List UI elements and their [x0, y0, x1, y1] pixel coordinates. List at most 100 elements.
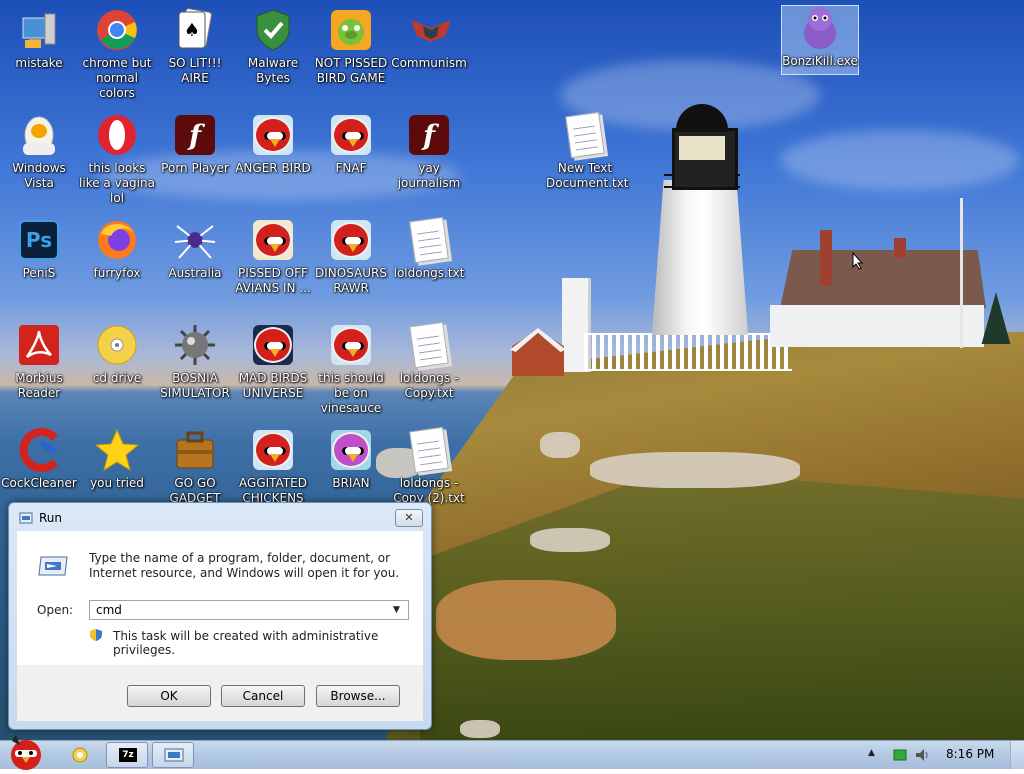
- desktop-icon-photoshop[interactable]: Ps PeniS: [0, 218, 78, 281]
- taskbar-clock[interactable]: 8:16 PM: [946, 747, 994, 761]
- mouse-cursor-icon: [852, 252, 864, 270]
- desktop-icon-label: PISSED OFF AVIANS IN ...: [235, 266, 311, 295]
- desktop-icon-mistake[interactable]: mistake: [0, 8, 78, 71]
- desktop-icon-loldongs[interactable]: loldongs.txt: [390, 216, 468, 281]
- desktop-icon-vinesauce[interactable]: this should be on vinesauce: [312, 323, 390, 416]
- solitaire-icon: ♠: [173, 8, 217, 52]
- desktop-icon-morbius-reader[interactable]: Morbius Reader: [0, 323, 78, 401]
- run-dialog: Run ✕ Type the name of a program, folder…: [8, 502, 432, 730]
- desktop-icon-malwarebytes[interactable]: Malware Bytes: [234, 8, 312, 86]
- text-document-icon: [407, 216, 451, 264]
- angry-bird-icon: [329, 218, 373, 262]
- angry-bird-hat-icon: [329, 428, 373, 472]
- desktop-icon-australia[interactable]: Australia: [156, 218, 234, 281]
- briefcase-icon: [173, 428, 217, 472]
- desktop-icon-label: SO LIT!!! AIRE: [168, 56, 222, 85]
- desktop-icon-label: Malware Bytes: [247, 56, 299, 85]
- show-hidden-icons-button[interactable]: ▲: [868, 748, 875, 758]
- open-combobox-input[interactable]: [89, 600, 409, 620]
- desktop-icon-cockcleaner[interactable]: CockCleaner: [0, 428, 78, 491]
- svg-text:♠: ♠: [184, 20, 200, 41]
- text-document-icon: [563, 111, 607, 159]
- taskbar-run-button[interactable]: [152, 742, 194, 768]
- egg-icon: [17, 113, 61, 157]
- flash-icon: f: [173, 113, 217, 157]
- desktop-icon-label: this should be on vinesauce: [318, 371, 384, 415]
- uac-shield-icon: [90, 629, 102, 641]
- taskbar-explorer-button[interactable]: [60, 742, 100, 768]
- desktop-icon-porn-player[interactable]: f Porn Player: [156, 113, 234, 176]
- firefox-icon: [95, 218, 139, 262]
- desktop-icon-communism[interactable]: Communism: [390, 8, 468, 71]
- desktop-icon-bosnia-simulator[interactable]: BOSNIA SIMULATOR: [156, 323, 234, 401]
- desktop-icon-mad-birds-universe[interactable]: MAD BIRDS UNIVERSE: [234, 323, 312, 401]
- desktop-icon-label: DINOSAURS RAWR: [315, 266, 387, 295]
- adobe-reader-icon: [17, 323, 61, 367]
- cancel-button[interactable]: Cancel: [221, 685, 305, 707]
- 7zip-icon: 7z: [119, 748, 137, 762]
- desktop-icon-loldongs-copy-2[interactable]: loldongs - Copy (2).txt: [390, 426, 468, 506]
- angry-bird-icon: [329, 323, 373, 367]
- desktop-icon-bad-piggies[interactable]: NOT PISSED BIRD GAME: [312, 8, 390, 86]
- flash-icon: f: [407, 113, 451, 157]
- desktop-icon-cd-drive[interactable]: cd drive: [78, 323, 156, 386]
- start-button[interactable]: [2, 731, 48, 771]
- chevron-down-icon[interactable]: ▼: [393, 603, 403, 617]
- admin-privileges-note: This task will be created with administr…: [113, 629, 379, 657]
- close-icon: ✕: [404, 511, 414, 524]
- desktop-icon-label: yay journalism: [397, 161, 461, 190]
- opera-icon: [95, 113, 139, 157]
- desktop-icon-label: loldongs - Copy.txt: [399, 371, 459, 400]
- desktop-icon-label: you tried: [90, 476, 144, 490]
- desktop-icon-yay-journalism[interactable]: f yay journalism: [390, 113, 468, 191]
- desktop-icon-brian[interactable]: BRIAN: [312, 428, 390, 491]
- desktop-icon-label: New Text Document.txt: [546, 161, 629, 190]
- desktop-icon-windows-vista[interactable]: Windows Vista: [0, 113, 78, 191]
- star-icon: [95, 428, 139, 472]
- desktop-icon-pissed-off-avians[interactable]: PISSED OFF AVIANS IN ...: [234, 218, 312, 296]
- desktop-icon-loldongs-copy[interactable]: loldongs - Copy.txt: [390, 321, 468, 401]
- angry-bird-seasons-icon: [251, 218, 295, 262]
- desktop-icon-new-text-document[interactable]: New Text Document.txt: [546, 111, 629, 191]
- ok-button[interactable]: OK: [127, 685, 211, 707]
- show-desktop-button[interactable]: [1010, 741, 1024, 769]
- desktop-icon-bonzikill[interactable]: BonziKill.exe: [781, 5, 859, 75]
- dialog-body: Type the name of a program, folder, docu…: [17, 531, 423, 665]
- taskbar-7zip-button[interactable]: 7z: [106, 742, 148, 768]
- desktop-icon-label: BRIAN: [332, 476, 370, 490]
- desktop-icon-solitaire[interactable]: ♠ SO LIT!!! AIRE: [156, 8, 234, 86]
- network-icon[interactable]: [892, 747, 908, 763]
- mine-icon: [173, 323, 217, 367]
- desktop-icon-label: loldongs.txt: [393, 266, 465, 280]
- desktop-icon-label: MAD BIRDS UNIVERSE: [238, 371, 308, 400]
- desktop-icon-label: furryfox: [93, 266, 141, 280]
- photoshop-icon: Ps: [17, 218, 61, 262]
- desktop-icon-label: Morbius Reader: [15, 371, 63, 400]
- desktop-icon-firefox[interactable]: furryfox: [78, 218, 156, 281]
- desktop-icon-label: chrome but normal colors: [82, 56, 152, 100]
- dialog-description: Type the name of a program, folder, docu…: [89, 551, 400, 580]
- angry-bird-icon: [329, 113, 373, 157]
- desktop-icon-dinosaurs-rawr[interactable]: DINOSAURS RAWR: [312, 218, 390, 296]
- browse-button[interactable]: Browse...: [316, 685, 400, 707]
- desktop-icon-label: this looks like a vagina lol: [79, 161, 155, 205]
- open-label: Open:: [37, 603, 74, 617]
- computer-icon: [17, 8, 61, 52]
- dialog-title: Run: [39, 511, 63, 525]
- desktop-icon-anger-bird[interactable]: ANGER BIRD: [234, 113, 312, 176]
- desktop-icon-label: ANGER BIRD: [235, 161, 311, 175]
- shield-icon: [251, 8, 295, 52]
- desktop-icon-go-go-gadget[interactable]: GO GO GADGET: [156, 428, 234, 506]
- volume-icon[interactable]: [914, 747, 930, 763]
- angry-bird-start-icon: [11, 735, 41, 770]
- angry-bird-space-icon: [251, 323, 295, 367]
- desktop-icon-you-tried[interactable]: you tried: [78, 428, 156, 491]
- desktop-icon-chrome[interactable]: chrome but normal colors: [78, 8, 156, 101]
- desktop-icon-fnaf[interactable]: FNAF: [312, 113, 390, 176]
- close-button[interactable]: ✕: [395, 509, 423, 527]
- explorer-icon: [72, 747, 88, 763]
- spider-solitaire-icon: [173, 218, 217, 262]
- purple-gorilla-icon: [798, 6, 842, 50]
- desktop-icon-opera[interactable]: this looks like a vagina lol: [78, 113, 156, 206]
- cd-icon: [95, 323, 139, 367]
